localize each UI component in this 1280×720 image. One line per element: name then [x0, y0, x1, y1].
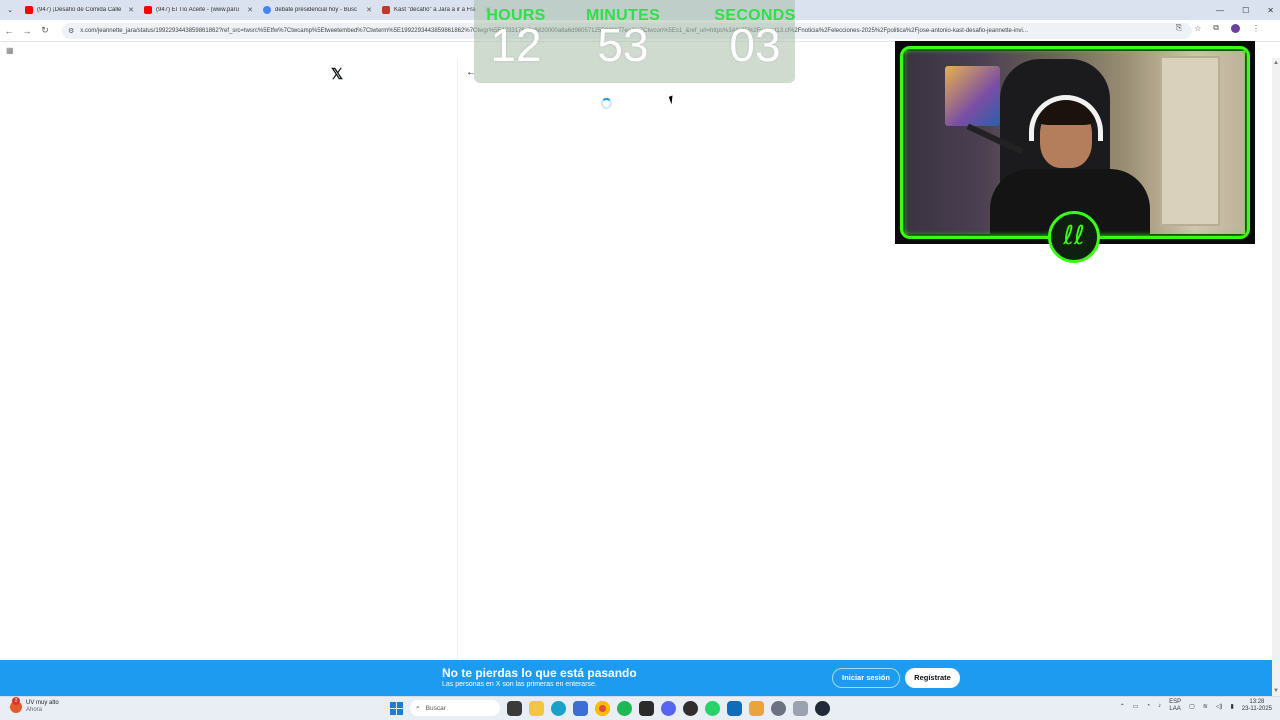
extensions-icon[interactable]: ⧉ — [1213, 23, 1219, 33]
tab-title: (947) El Tío Aceite - (www.paru — [156, 7, 239, 13]
edge-icon[interactable] — [551, 700, 566, 716]
taskbar: 2 UV muy alto Ahora ⌕ Buscar ⌃ ▭ ◔ ♪ ESP… — [0, 696, 1280, 720]
sun-icon: 2 — [10, 697, 22, 713]
lang-top: ESP — [1169, 699, 1182, 705]
weather-badge: 2 — [12, 697, 20, 705]
minimize-icon[interactable]: — — [1216, 6, 1224, 15]
weather-subtitle: Ahora — [26, 707, 43, 713]
seconds-value: 03 — [729, 19, 781, 71]
mouse-cursor — [668, 95, 676, 105]
weather-title: UV muy alto — [26, 700, 59, 706]
browser-tab[interactable]: (947) El Tío Aceite - (www.paru ✕ — [139, 0, 258, 20]
weather-text: UV muy alto Ahora — [26, 700, 59, 714]
app-icon[interactable] — [749, 700, 764, 716]
profile-avatar[interactable] — [1231, 23, 1240, 33]
wifi-icon[interactable]: ≋ — [1203, 703, 1208, 710]
youtube-icon — [144, 6, 152, 14]
toolbar-actions: ⎘ ☆ ⧉ ⋮ — [1176, 23, 1260, 33]
browser-tab[interactable]: (947) ¡Desafío de Comida Calle ✕ — [20, 0, 139, 20]
app-icon[interactable] — [793, 700, 808, 716]
search-placeholder: Buscar — [425, 704, 446, 712]
taskbar-apps: ⌕ Buscar — [390, 700, 830, 716]
windows-start-icon[interactable] — [390, 701, 403, 715]
youtube-icon — [25, 6, 33, 14]
bookmark-star-icon[interactable]: ☆ — [1194, 24, 1201, 33]
loading-spinner — [601, 98, 612, 109]
google-icon — [263, 6, 271, 14]
chrome-icon[interactable] — [595, 700, 610, 716]
back-icon[interactable]: ← — [0, 22, 18, 40]
settings-icon[interactable] — [771, 700, 786, 716]
news-site-icon — [382, 6, 390, 14]
x-logo-icon[interactable]: 𝕏 — [329, 67, 345, 83]
page-scrollbar[interactable]: ▲ ▼ — [1272, 58, 1280, 696]
banner-subtitle: Las personas en X son las primeras en en… — [442, 681, 597, 688]
signup-button[interactable]: Regístrate — [905, 668, 960, 688]
discord-icon[interactable] — [661, 700, 676, 716]
site-info-icon[interactable]: ⚙ — [68, 27, 74, 35]
banner-title: No te pierdas lo que está pasando — [442, 666, 637, 680]
network-icon[interactable]: ◔ — [1146, 703, 1150, 709]
volume-icon[interactable]: ◁) — [1216, 703, 1223, 710]
lang-bottom: LAA — [1169, 706, 1181, 712]
clock[interactable]: 13:28 23-11-2025 — [1242, 699, 1272, 713]
close-icon[interactable]: ✕ — [128, 6, 134, 14]
mail-icon[interactable] — [727, 700, 742, 716]
minutes-value: 53 — [597, 19, 649, 71]
tab-search-button[interactable]: ⌄ — [0, 0, 20, 20]
tab-title: debate presidencial hoy - Busc — [275, 7, 358, 13]
store-icon[interactable] — [573, 700, 588, 716]
apps-grid-icon[interactable]: ▦ — [6, 46, 14, 55]
close-icon[interactable]: ✕ — [247, 6, 253, 14]
language-indicator[interactable]: ESP LAA — [1169, 699, 1181, 713]
clock-time: 13:28 — [1249, 699, 1265, 705]
countdown-overlay: HOURS 12 MINUTES 53 SECONDS 03 — [474, 0, 795, 83]
tray-app-icon[interactable]: ▭ — [1133, 703, 1139, 710]
search-icon: ⌕ — [416, 704, 420, 711]
whatsapp-icon[interactable] — [705, 700, 720, 716]
display-icon[interactable]: ▢ — [1189, 703, 1195, 710]
close-window-icon[interactable]: ✕ — [1267, 6, 1274, 15]
terminal-icon[interactable] — [639, 700, 654, 716]
chevron-up-icon[interactable]: ⌃ — [1120, 703, 1125, 710]
maximize-icon[interactable]: ☐ — [1242, 6, 1249, 15]
file-explorer-icon[interactable] — [529, 700, 544, 716]
seconds-block: SECONDS 03 — [700, 0, 810, 68]
taskbar-search[interactable]: ⌕ Buscar — [410, 700, 500, 716]
battery-icon[interactable]: ▮ — [1230, 703, 1233, 710]
close-icon[interactable]: ✕ — [366, 6, 372, 14]
minutes-block: MINUTES 53 — [568, 0, 678, 68]
column-divider — [457, 58, 458, 660]
browser-tab[interactable]: debate presidencial hoy - Busc ✕ — [258, 0, 377, 20]
install-icon[interactable]: ⎘ — [1176, 23, 1182, 33]
clock-date: 23-11-2025 — [1241, 706, 1272, 712]
window-controls: — ☐ ✕ — [1216, 0, 1274, 20]
tab-title: (947) ¡Desafío de Comida Calle — [37, 7, 122, 13]
weather-widget[interactable]: 2 UV muy alto Ahora — [10, 697, 59, 714]
mic-icon[interactable]: ♪ — [1158, 703, 1161, 709]
system-tray: ⌃ ▭ ◔ ♪ ESP LAA ▢ ≋ ◁) ▮ 13:28 23-11-202… — [1120, 699, 1272, 713]
obs-icon[interactable] — [683, 700, 698, 716]
signup-banner: No te pierdas lo que está pasando Las pe… — [0, 660, 1272, 696]
scroll-down-icon[interactable]: ▼ — [1273, 688, 1279, 694]
scroll-up-icon[interactable]: ▲ — [1273, 60, 1279, 66]
reload-icon[interactable]: ↻ — [36, 22, 54, 40]
spotify-icon[interactable] — [617, 700, 632, 716]
login-button[interactable]: Iniciar sesión — [832, 668, 900, 688]
hours-block: HOURS 12 — [461, 0, 571, 68]
hours-value: 12 — [490, 19, 542, 71]
channel-logo-badge: ℓℓ — [1048, 211, 1100, 263]
task-view-icon[interactable] — [507, 700, 522, 716]
menu-icon[interactable]: ⋮ — [1252, 24, 1260, 33]
app-icon[interactable] — [815, 700, 830, 716]
forward-icon[interactable]: → — [18, 22, 36, 40]
